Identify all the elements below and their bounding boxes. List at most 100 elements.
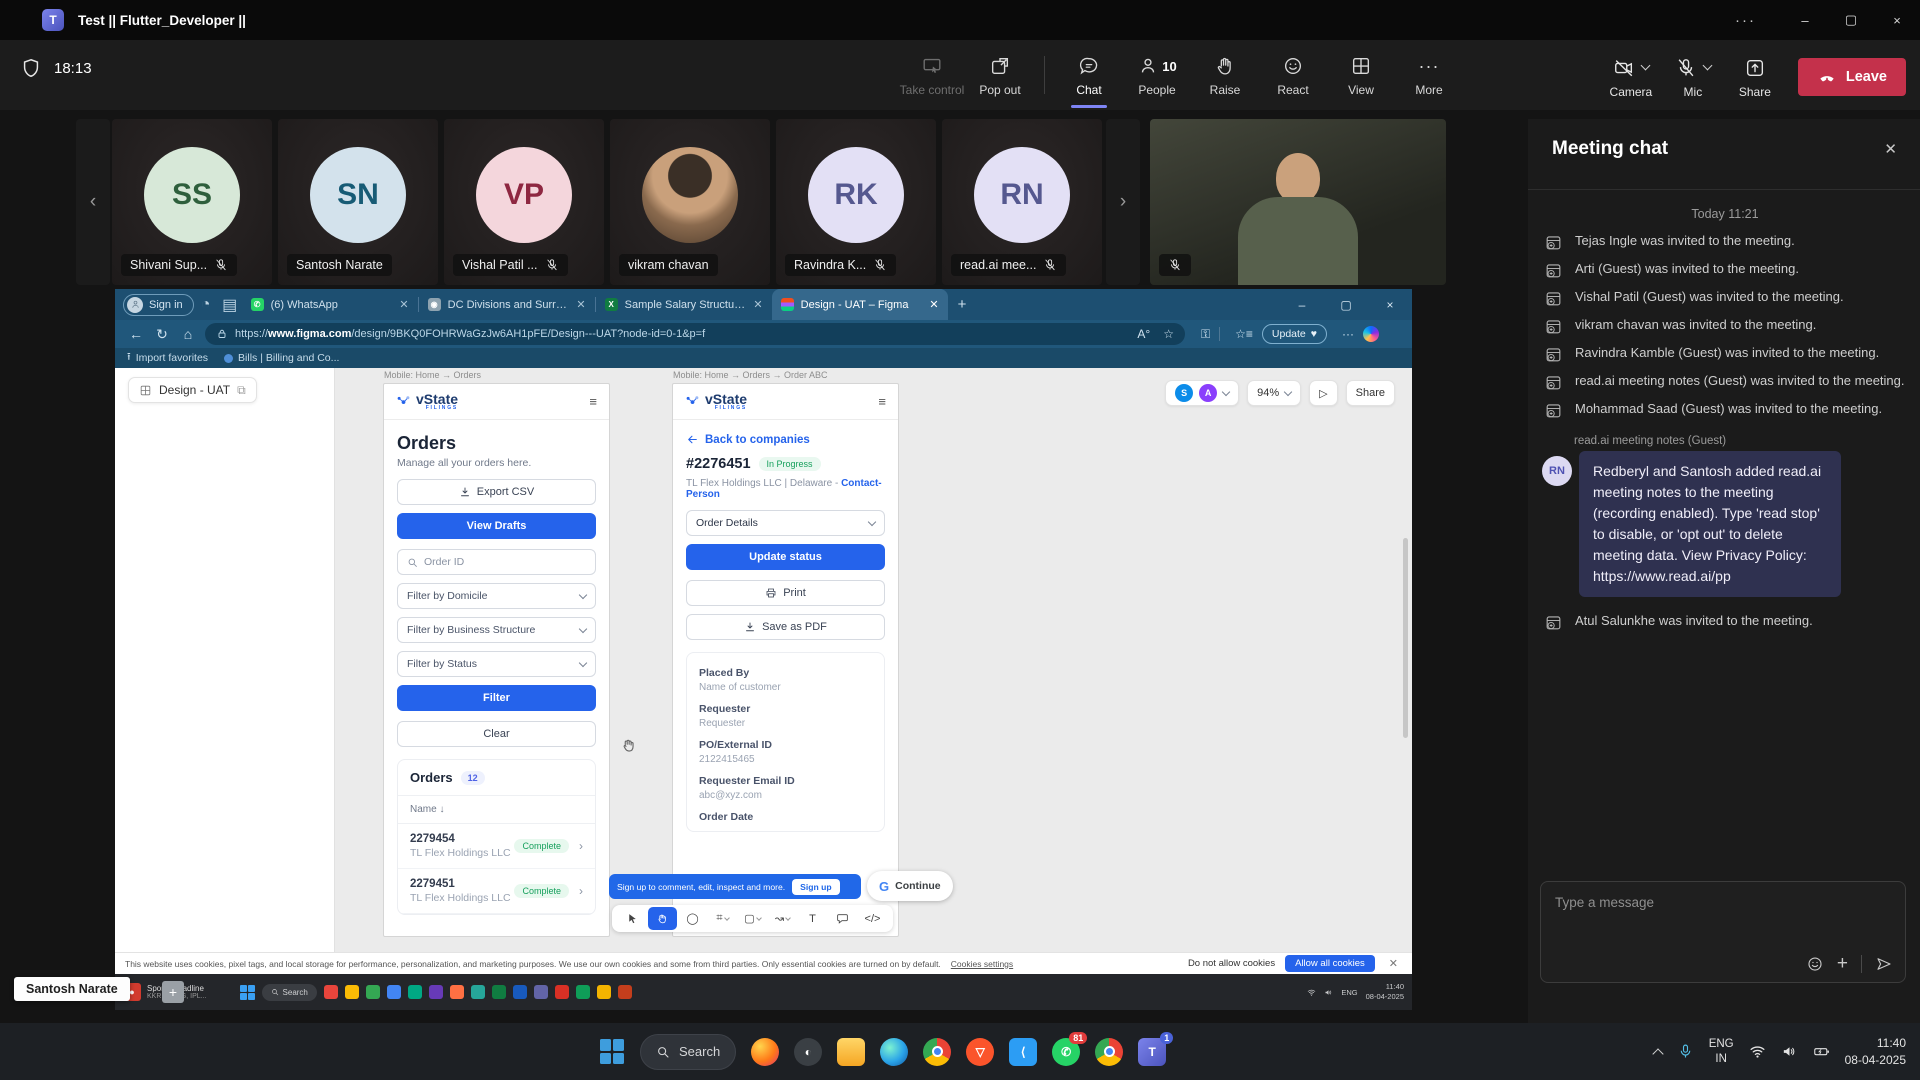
update-status-button[interactable]: Update status <box>686 544 885 570</box>
order-details-select[interactable]: Order Details <box>686 510 885 536</box>
favorites-list-icon[interactable]: ☆≡ <box>1235 327 1253 341</box>
participant-tile[interactable]: RK Ravindra K... <box>776 119 936 285</box>
address-bar[interactable]: https://www.figma.com/design/9BKQ0FOHRWa… <box>205 323 1185 345</box>
extensions-icon[interactable]: ⚿ <box>1201 327 1210 342</box>
shared-taskbar-app-icon[interactable] <box>534 985 548 999</box>
pop-out-button[interactable]: Pop out <box>966 46 1034 108</box>
tray-mic-icon[interactable] <box>1677 1043 1694 1060</box>
battery-icon[interactable] <box>1813 1043 1830 1060</box>
chrome-icon[interactable] <box>923 1038 951 1066</box>
phone-frame-orders[interactable]: vStateFILINGS ≡ Orders Manage all your o… <box>383 383 610 937</box>
whatsapp-icon[interactable]: ✆81 <box>1052 1038 1080 1066</box>
comment-tool[interactable] <box>828 907 857 930</box>
read-aloud-icon[interactable]: A° <box>1137 327 1150 341</box>
vscode-icon[interactable]: ⟨ <box>1009 1038 1037 1066</box>
camera-button[interactable]: Camera <box>1602 56 1660 99</box>
order-row[interactable]: 2279454TL Flex Holdings LLC Complete › <box>398 824 595 869</box>
filter-status-select[interactable]: Filter by Status <box>397 651 596 677</box>
window-options-icon[interactable]: ··· <box>1735 12 1756 29</box>
browser-close-button[interactable]: × <box>1368 289 1412 320</box>
tray-expand-icon[interactable] <box>1652 1048 1663 1059</box>
tab-close-icon[interactable]: ✕ <box>929 298 938 311</box>
shared-language-label[interactable]: ENG <box>1341 988 1357 997</box>
order-row[interactable]: 2279451TL Flex Holdings LLC Complete › <box>398 869 595 914</box>
allow-cookies-button[interactable]: Allow all cookies <box>1285 955 1375 972</box>
language-indicator[interactable]: ENG IN <box>1709 1037 1734 1066</box>
taskbar-search-box[interactable]: Search <box>640 1034 736 1070</box>
order-id-search-input[interactable]: Order ID <box>397 549 596 575</box>
camera-chevron-icon[interactable] <box>1640 61 1650 71</box>
participant-tile[interactable]: VP Vishal Patil ... <box>444 119 604 285</box>
wifi-icon[interactable] <box>1749 1043 1766 1060</box>
shared-taskbar-app-icon[interactable] <box>513 985 527 999</box>
chat-input-box[interactable]: + <box>1540 881 1906 983</box>
attach-plus-icon[interactable]: + <box>1837 954 1848 973</box>
people-button[interactable]: 10 People <box>1123 46 1191 108</box>
shared-clock[interactable]: 11:40 08-04-2025 <box>1366 982 1404 1002</box>
canvas-scrollbar[interactable] <box>1403 538 1408 738</box>
frame-tool[interactable]: ⌗ <box>708 907 737 930</box>
print-button[interactable]: Print <box>686 580 885 606</box>
filter-button[interactable]: Filter <box>397 685 596 711</box>
figma-file-pill[interactable]: Design - UAT ⧉ <box>128 377 257 403</box>
chat-button[interactable]: Chat <box>1055 46 1123 108</box>
participant-tile[interactable]: vikram chavan <box>610 119 770 285</box>
more-button[interactable]: ··· More <box>1395 46 1463 108</box>
tab-actions-icon[interactable]: ▤ <box>218 295 242 315</box>
view-drafts-button[interactable]: View Drafts <box>397 513 596 539</box>
participant-tile[interactable]: SS Shivani Sup... <box>112 119 272 285</box>
edge-icon[interactable] <box>880 1038 908 1066</box>
shared-taskbar-app-icon[interactable] <box>471 985 485 999</box>
zoom-control[interactable]: 94% <box>1247 380 1301 406</box>
browser-maximize-button[interactable]: ▢ <box>1324 289 1368 320</box>
window-close-button[interactable]: × <box>1874 0 1920 40</box>
browser-workspaces-icon[interactable]: ◔ <box>194 296 218 314</box>
copilot-icon[interactable] <box>1363 326 1379 342</box>
browser-signin-button[interactable]: Sign in <box>123 294 194 316</box>
chat-message-list[interactable]: Today 11:21 Tejas Ingle was invited to t… <box>1542 199 1908 873</box>
file-explorer-icon[interactable] <box>837 1038 865 1066</box>
participant-tile[interactable]: RN read.ai mee... <box>942 119 1102 285</box>
filter-domicile-select[interactable]: Filter by Domicile <box>397 583 596 609</box>
start-icon[interactable] <box>240 985 255 1000</box>
phone-frame-order-detail[interactable]: vStateFILINGS ≡ Back to companies #22764… <box>672 383 899 937</box>
shared-taskbar-app-icon[interactable] <box>408 985 422 999</box>
deny-cookies-button[interactable]: Do not allow cookies <box>1188 958 1275 969</box>
rectangle-tool[interactable]: ▢ <box>738 907 767 930</box>
favorite-star-icon[interactable]: ☆ <box>1163 327 1174 341</box>
save-pdf-button[interactable]: Save as PDF <box>686 614 885 640</box>
leave-button[interactable]: Leave <box>1798 58 1906 96</box>
dev-mode-tool[interactable]: </> <box>858 907 887 930</box>
hamburger-icon[interactable]: ≡ <box>589 394 597 409</box>
hamburger-icon[interactable]: ≡ <box>878 394 886 409</box>
shared-taskbar-app-icon[interactable] <box>429 985 443 999</box>
present-button[interactable]: ▷ <box>1309 380 1337 406</box>
browser-tab[interactable]: X Sample Salary Structure with calc ✕ <box>596 289 772 320</box>
firefox-icon[interactable] <box>751 1038 779 1066</box>
shared-taskbar-app-icon[interactable] <box>576 985 590 999</box>
window-maximize-button[interactable]: ▢ <box>1828 0 1874 40</box>
tab-close-icon[interactable]: ✕ <box>753 298 762 311</box>
cookie-close-icon[interactable]: ✕ <box>1385 957 1402 970</box>
shape-tool[interactable]: ◯ <box>678 907 707 930</box>
hand-tool[interactable] <box>648 907 677 930</box>
strip-scroll-right-button[interactable]: › <box>1106 119 1140 285</box>
browser-tab[interactable]: ✆ (6) WhatsApp ✕ <box>242 289 418 320</box>
mic-chevron-icon[interactable] <box>1702 61 1712 71</box>
browser-update-button[interactable]: Update ♥ <box>1262 324 1327 344</box>
text-tool[interactable]: T <box>798 907 827 930</box>
shared-taskbar-app-icon[interactable] <box>492 985 506 999</box>
share-button[interactable]: Share <box>1726 56 1784 99</box>
shared-taskbar-app-icon[interactable] <box>597 985 611 999</box>
browser-menu-icon[interactable]: ··· <box>1342 327 1354 341</box>
tab-close-icon[interactable]: ✕ <box>576 298 585 311</box>
browser-minimize-button[interactable]: – <box>1280 289 1324 320</box>
emoji-icon[interactable] <box>1806 955 1824 973</box>
presenter-add-icon[interactable]: + <box>162 981 184 1003</box>
name-column-header[interactable]: Name ↓ <box>398 796 595 824</box>
collaborator-avatars[interactable]: S A <box>1165 380 1239 406</box>
connector-tool[interactable]: ↝ <box>768 907 797 930</box>
new-tab-button[interactable]: + <box>958 296 967 313</box>
raise-button[interactable]: Raise <box>1191 46 1259 108</box>
signup-button[interactable]: Sign up <box>792 879 840 895</box>
